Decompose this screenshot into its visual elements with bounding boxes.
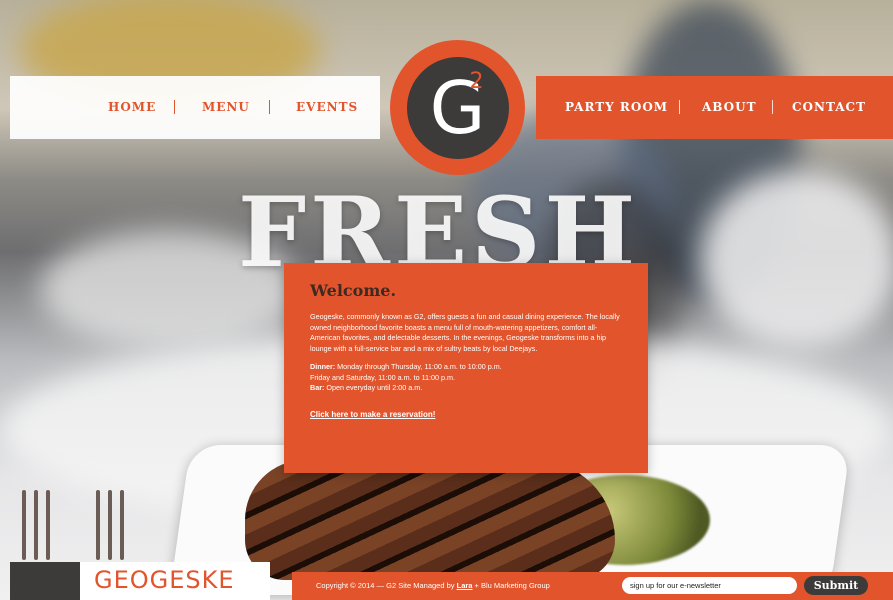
footer-logo[interactable]: GEOGESKE — [80, 562, 270, 600]
footer-logo-text: GEOGESKE — [94, 566, 235, 594]
welcome-body: Geogeske, commonly known as G2, offers g… — [310, 312, 620, 353]
newsletter-submit-button[interactable]: Submit — [804, 576, 868, 595]
bar-hours: Open everyday until 2:00 a.m. — [324, 383, 423, 392]
managed-by-link[interactable]: Lara — [457, 581, 473, 590]
nav-contact[interactable]: CONTACT — [792, 76, 866, 139]
dinner-hours: Monday through Thursday, 11:00 a.m. to 1… — [335, 362, 502, 371]
nav-home[interactable]: HOME — [108, 76, 156, 139]
fork-tine — [120, 490, 124, 560]
nav-events[interactable]: EVENTS — [296, 76, 358, 139]
nav-menu[interactable]: MENU — [202, 76, 250, 139]
footer-accent — [10, 562, 80, 600]
logo-superscript: 2 — [469, 68, 484, 94]
hours-block: Dinner: Monday through Thursday, 11:00 a… — [310, 362, 624, 394]
steak — [245, 460, 615, 580]
nav-divider — [772, 100, 773, 114]
fork-tine — [46, 490, 50, 560]
nav-divider — [174, 100, 175, 114]
nav-divider — [269, 100, 270, 114]
logo-badge: G 2 — [406, 56, 509, 159]
newsletter-input[interactable] — [622, 577, 797, 594]
fork-tine — [96, 490, 100, 560]
welcome-panel: Welcome. Geogeske, commonly known as G2,… — [284, 263, 648, 473]
reservation-link[interactable]: Click here to make a reservation! — [310, 410, 435, 419]
nav-divider — [679, 100, 680, 114]
bar-label: Bar: — [310, 383, 325, 392]
welcome-title: Welcome. — [310, 281, 397, 300]
nav-party-room[interactable]: PARTY ROOM — [565, 76, 668, 139]
fork-tine — [34, 490, 38, 560]
fork-tine — [22, 490, 26, 560]
dinner-label: Dinner: — [310, 362, 336, 371]
nav-about[interactable]: ABOUT — [702, 76, 757, 139]
logo-letter: G — [429, 65, 486, 150]
footer-bar: Copyright © 2014 — G2 Site Managed by La… — [292, 572, 893, 600]
background-blur — [700, 170, 893, 350]
copyright: Copyright © 2014 — G2 Site Managed by La… — [316, 572, 550, 600]
fork-tine — [108, 490, 112, 560]
managed-suffix: + Blu Marketing Group — [472, 581, 550, 590]
nav-bar-right: PARTY ROOM ABOUT CONTACT — [536, 76, 893, 139]
weekend-hours: Friday and Saturday, 11:00 a.m. to 11:00… — [310, 372, 456, 382]
g2-logo[interactable]: G 2 — [390, 40, 525, 175]
copyright-text: Copyright © 2014 — G2 Site Managed by — [316, 581, 457, 590]
nav-bar-left: HOME MENU EVENTS — [10, 76, 380, 139]
